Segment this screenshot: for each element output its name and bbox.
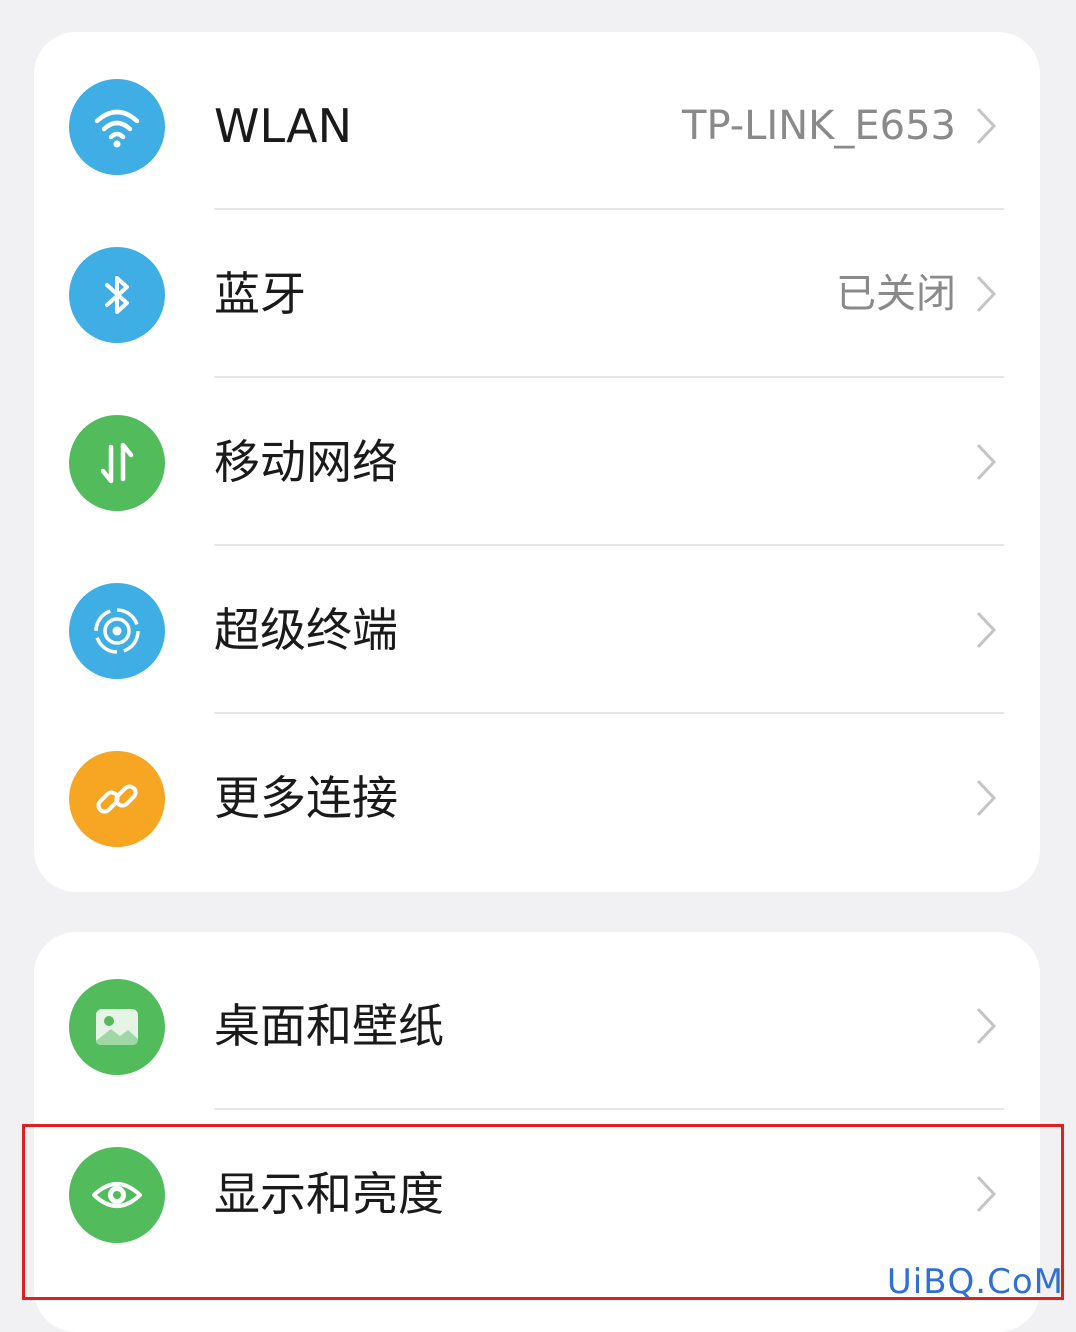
chevron-right-icon [976, 779, 997, 817]
settings-item-label: 移动网络 [214, 435, 398, 489]
settings-item-super-device[interactable]: 超级终端 [34, 546, 1040, 714]
chevron-right-icon [976, 107, 997, 145]
wallpaper-icon [69, 979, 165, 1075]
settings-item-label: 蓝牙 [214, 267, 306, 321]
chevron-right-icon [976, 275, 997, 313]
bluetooth-icon [69, 247, 165, 343]
settings-item-wlan[interactable]: WLAN TP-LINK_E653 [34, 42, 1040, 210]
watermark: UiBQ.CoM [886, 1262, 1064, 1302]
settings-item-wallpaper[interactable]: 桌面和壁纸 [34, 942, 1040, 1110]
chevron-right-icon [976, 1007, 997, 1045]
settings-item-label: 超级终端 [214, 603, 398, 657]
chevron-right-icon [976, 443, 997, 481]
bluetooth-status: 已关闭 [836, 271, 956, 317]
settings-item-more-connections[interactable]: 更多连接 [34, 714, 1040, 882]
wlan-network-name: TP-LINK_E653 [682, 103, 956, 149]
link-icon [69, 751, 165, 847]
wifi-icon [69, 79, 165, 175]
settings-item-label: 更多连接 [214, 771, 398, 825]
settings-item-label: WLAN [214, 99, 353, 153]
super-device-icon [69, 583, 165, 679]
chevron-right-icon [976, 611, 997, 649]
connectivity-card: WLAN TP-LINK_E653 蓝牙 已关闭 移动网络 超级终端 更多连接 [34, 32, 1040, 892]
settings-item-bluetooth[interactable]: 蓝牙 已关闭 [34, 210, 1040, 378]
settings-item-mobile-network[interactable]: 移动网络 [34, 378, 1040, 546]
settings-item-label: 桌面和壁纸 [214, 999, 444, 1053]
mobile-data-icon [69, 415, 165, 511]
